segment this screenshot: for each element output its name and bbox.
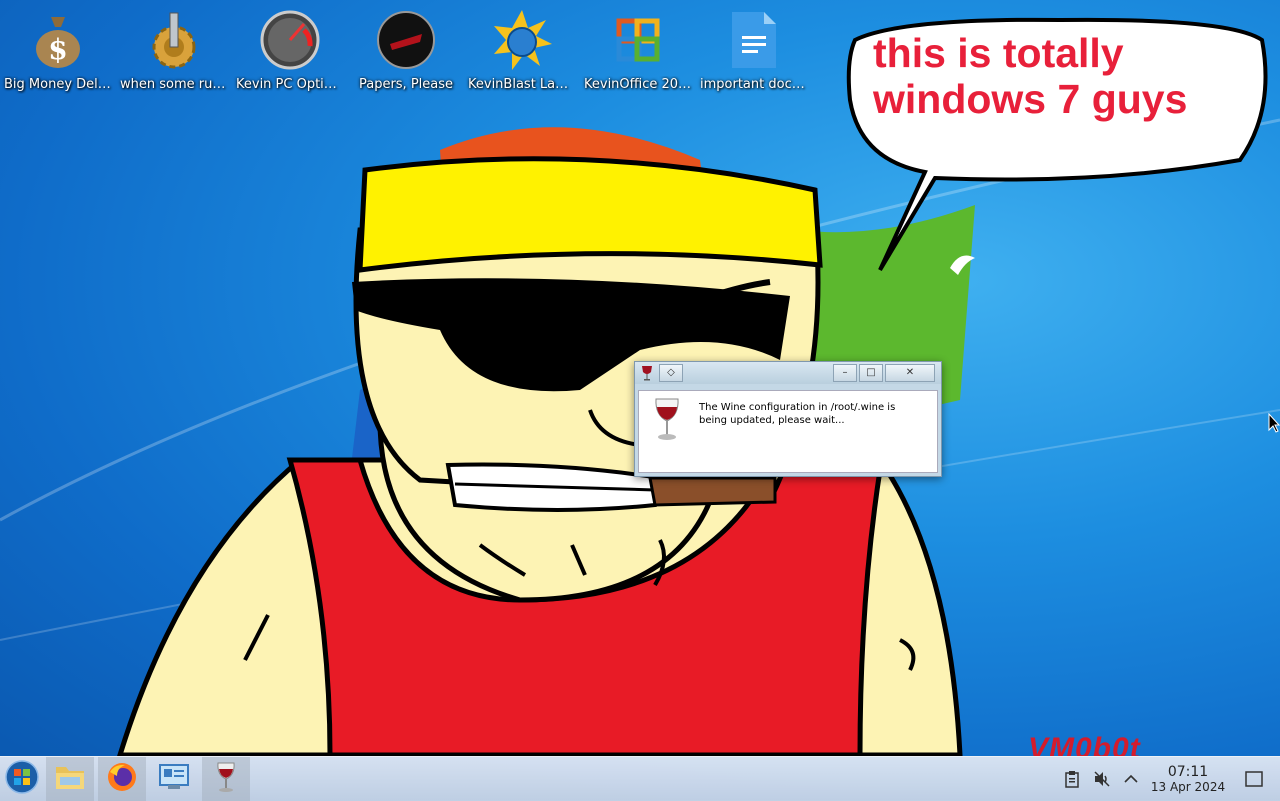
desktop-icon-label: Kevin PC Optimizer Hom...	[236, 77, 348, 92]
minimize-button[interactable]: –	[833, 364, 857, 382]
maximize-button[interactable]: □	[859, 364, 883, 382]
dialog-titlebar[interactable]: ◇ – □ ✕	[635, 362, 941, 384]
desktop-icon-kevin-pc-optimizer[interactable]: Kevin PC Optimizer Hom...	[232, 8, 348, 94]
desktop[interactable]: this is totally windows 7 guys VM0b0t $ …	[0, 0, 1280, 756]
document-icon	[722, 8, 786, 72]
close-button[interactable]: ✕	[885, 364, 935, 382]
dialog-message: The Wine configuration in /root/.wine is…	[699, 402, 896, 426]
wine-glass-icon	[641, 365, 653, 385]
taskbar-clock[interactable]: 07:11 13 Apr 2024	[1148, 764, 1228, 795]
show-desktop-icon[interactable]	[1244, 769, 1264, 789]
desktop-icon-papers-please[interactable]: Papers, Please	[348, 8, 464, 94]
svg-text:$: $	[48, 33, 67, 66]
volume-muted-icon[interactable]	[1092, 769, 1112, 789]
desktop-icon-kevinoffice-2009[interactable]: KevinOffice 2009	[580, 8, 696, 94]
desktop-icon-big-money-deluxe[interactable]: $ Big Money Deluxe	[0, 8, 116, 94]
clock-time: 07:11	[1167, 764, 1209, 780]
desktop-icon-important-document[interactable]: important document.kwd	[696, 8, 812, 94]
mouse-cursor-icon	[1268, 413, 1280, 433]
control-panel-icon	[158, 763, 190, 795]
window-menu-button[interactable]: ◇	[659, 364, 683, 382]
starburst-globe-icon	[490, 8, 554, 72]
desktop-icon-label: KevinOffice 2009	[584, 77, 695, 92]
taskbar: 07:11 13 Apr 2024	[0, 756, 1280, 801]
dialog-body: The Wine configuration in /root/.wine is…	[638, 390, 938, 473]
desktop-icon-label: when some russian runs a ...	[120, 77, 232, 92]
firefox-icon	[107, 762, 137, 796]
papers-please-icon	[374, 8, 438, 72]
windows-orb-icon	[5, 760, 39, 798]
taskbar-control-panel[interactable]	[150, 757, 198, 801]
desktop-icon-label: KevinBlast Launcher	[468, 77, 580, 92]
chevron-up-icon[interactable]	[1121, 769, 1141, 789]
taskbar-firefox[interactable]	[98, 757, 146, 801]
wine-glass-icon	[653, 397, 681, 447]
money-bag-icon: $	[26, 8, 90, 72]
wine-dialog[interactable]: ◇ – □ ✕ The Wine configuration in /root/…	[634, 361, 942, 477]
gear-icon	[142, 8, 206, 72]
clipboard-icon[interactable]	[1062, 769, 1082, 789]
desktop-icon-label: important document.kwd	[700, 77, 812, 92]
clock-date: 13 Apr 2024	[1150, 780, 1226, 794]
taskbar-wine[interactable]	[202, 757, 250, 801]
speech-bubble-text: this is totally windows 7 guys	[873, 30, 1188, 122]
wine-glass-icon	[216, 761, 236, 797]
desktop-icon-when-some-russian[interactable]: when some russian runs a ...	[116, 8, 232, 94]
desktop-icon-label: Big Money Deluxe	[4, 77, 116, 92]
folder-icon	[54, 763, 86, 795]
office-knot-icon	[606, 8, 670, 72]
watermark: VM0b0t	[1028, 732, 1141, 756]
start-button[interactable]	[0, 757, 44, 801]
taskbar-file-manager[interactable]	[46, 757, 94, 801]
desktop-icon-kevinblast-launcher[interactable]: KevinBlast Launcher	[464, 8, 580, 94]
desktop-icon-label: Papers, Please	[358, 77, 454, 92]
speedometer-icon	[258, 8, 322, 72]
